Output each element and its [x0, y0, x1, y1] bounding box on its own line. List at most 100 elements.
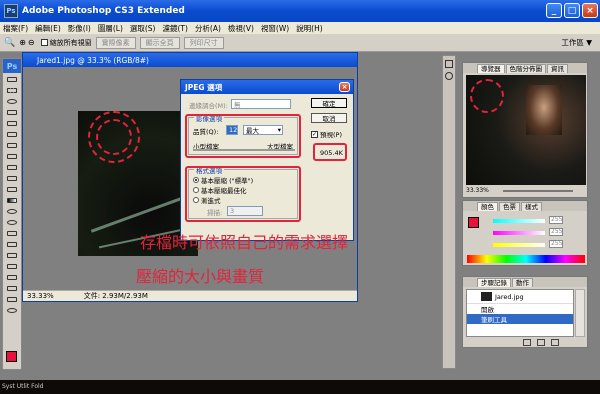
- tab-color[interactable]: 顏色: [477, 202, 498, 211]
- dock-brush-icon[interactable]: [445, 72, 453, 80]
- menu-file[interactable]: 檔案(F): [3, 23, 28, 34]
- preview-label: 預視(P): [320, 131, 342, 139]
- menu-select[interactable]: 選取(S): [130, 23, 156, 34]
- r-value[interactable]: 255: [549, 216, 563, 224]
- workspace-menu[interactable]: 工作區 ▼: [561, 37, 592, 48]
- history-brush-tool-icon[interactable]: [5, 174, 19, 183]
- photoshop-logo-icon: Ps: [4, 4, 18, 18]
- color-spectrum-bar[interactable]: [467, 255, 585, 263]
- magic-wand-tool-icon[interactable]: [5, 108, 19, 117]
- panel-dock: [442, 55, 456, 369]
- format-options-highlight: [185, 166, 301, 222]
- gradient-tool-icon[interactable]: [5, 196, 19, 205]
- taskbar: Syst Utlit Fold: [0, 380, 600, 394]
- history-item-selected[interactable]: 筆刷工具: [467, 314, 573, 324]
- menu-bar: 檔案(F) 編輯(E) 影像(I) 圖層(L) 選取(S) 濾鏡(T) 分析(A…: [0, 22, 600, 34]
- document-title: Jared1.jpg @ 33.3% (RGB/8#): [23, 53, 357, 67]
- tab-styles[interactable]: 樣式: [521, 202, 542, 211]
- eraser-tool-icon[interactable]: [5, 185, 19, 194]
- navigator-zoom-slider[interactable]: [503, 190, 573, 192]
- g-value[interactable]: 255: [549, 228, 563, 236]
- dialog-close-icon[interactable]: ×: [339, 82, 350, 92]
- hand-tool-icon[interactable]: [5, 295, 19, 304]
- app-title-bar: Ps Adobe Photoshop CS3 Extended _ □ ×: [0, 0, 600, 22]
- taskbar-text: Syst Utlit Fold: [2, 383, 44, 390]
- b-slider[interactable]: [493, 243, 545, 247]
- history-snapshot[interactable]: Jared.jpg: [467, 290, 573, 304]
- trash-icon[interactable]: [551, 339, 559, 346]
- face-image: [526, 85, 562, 135]
- maximize-icon[interactable]: □: [564, 3, 580, 18]
- type-tool-icon[interactable]: [5, 240, 19, 249]
- menu-edit[interactable]: 編輯(E): [35, 23, 61, 34]
- dock-panel-icon[interactable]: [445, 60, 453, 68]
- history-item[interactable]: 開啟: [467, 304, 573, 314]
- caption-line-1: 存檔時可依照自己的需求選擇: [140, 233, 349, 252]
- resize-windows-checkbox[interactable]: [40, 39, 48, 46]
- check-icon: ✓: [311, 130, 318, 138]
- tab-histogram[interactable]: 色階分佈圖: [505, 64, 546, 73]
- zoom-in-icon[interactable]: ⊕: [19, 38, 26, 47]
- image-options-highlight: [185, 114, 301, 158]
- menu-image[interactable]: 影像(I): [68, 23, 91, 34]
- zoom-tool-icon[interactable]: [5, 306, 19, 315]
- tab-info[interactable]: 資訊: [547, 64, 568, 73]
- navigator-zoom[interactable]: 33.33%: [466, 187, 489, 194]
- menu-analysis[interactable]: 分析(A): [195, 23, 221, 34]
- blur-tool-icon[interactable]: [5, 207, 19, 216]
- pen-tool-icon[interactable]: [5, 229, 19, 238]
- path-select-tool-icon[interactable]: [5, 251, 19, 260]
- crop-tool-icon[interactable]: [5, 119, 19, 128]
- dialog-title: JPEG 選項: [181, 80, 353, 94]
- tools-panel: Ps: [2, 58, 22, 370]
- b-value[interactable]: 255: [549, 240, 563, 248]
- tab-history[interactable]: 步驟記錄: [477, 278, 511, 287]
- ok-button[interactable]: 確定: [311, 98, 347, 108]
- matte-label: 邊緣調合(M):: [189, 102, 228, 110]
- navigator-thumbnail[interactable]: [466, 75, 586, 185]
- notes-tool-icon[interactable]: [5, 273, 19, 282]
- dodge-tool-icon[interactable]: [5, 218, 19, 227]
- cancel-button[interactable]: 取消: [311, 113, 347, 123]
- close-icon[interactable]: ×: [582, 3, 598, 18]
- fg-color-swatch[interactable]: [468, 217, 479, 228]
- zoom-level[interactable]: 33.33%: [27, 292, 54, 300]
- shape-tool-icon[interactable]: [5, 262, 19, 271]
- history-list: Jared.jpg 開啟 筆刷工具: [466, 289, 574, 337]
- eyedropper-tool-icon[interactable]: [5, 284, 19, 293]
- healing-tool-icon[interactable]: [5, 141, 19, 150]
- move-tool-icon[interactable]: [5, 75, 19, 84]
- brush-tool-icon[interactable]: [5, 152, 19, 161]
- menu-filter[interactable]: 濾鏡(T): [163, 23, 188, 34]
- g-slider[interactable]: [493, 231, 545, 235]
- marquee-tool-icon[interactable]: [5, 86, 19, 95]
- caption-line-2: 壓縮的大小與畫質: [136, 267, 265, 286]
- actual-pixels-button[interactable]: 實際像素: [95, 36, 136, 49]
- r-slider[interactable]: [493, 219, 545, 223]
- print-size-button[interactable]: 列印尺寸: [183, 36, 224, 49]
- tab-actions[interactable]: 動作: [512, 278, 533, 287]
- file-size-highlight: [313, 143, 347, 161]
- matte-select[interactable]: 無: [231, 99, 291, 109]
- tab-navigator[interactable]: 導覽器: [477, 64, 505, 73]
- new-snapshot-icon[interactable]: [523, 339, 531, 346]
- menu-view[interactable]: 檢視(V): [228, 23, 254, 34]
- ps-badge-icon: Ps: [3, 59, 21, 73]
- slice-tool-icon[interactable]: [5, 130, 19, 139]
- jpeg-options-dialog: JPEG 選項 × 邊緣調合(M): 無 確定 取消 ✓ 預視(P) 905.4…: [180, 79, 354, 241]
- menu-layer[interactable]: 圖層(L): [98, 23, 123, 34]
- lasso-tool-icon[interactable]: [5, 97, 19, 106]
- new-document-icon[interactable]: [537, 339, 545, 346]
- tab-swatches[interactable]: 色票: [499, 202, 520, 211]
- history-scrollbar[interactable]: [575, 289, 585, 337]
- fit-screen-button[interactable]: 顯示全頁: [139, 36, 180, 49]
- stamp-tool-icon[interactable]: [5, 163, 19, 172]
- foreground-color-swatch[interactable]: [6, 351, 17, 362]
- minimize-icon[interactable]: _: [546, 3, 562, 18]
- menu-help[interactable]: 說明(H): [296, 23, 323, 34]
- preview-checkbox[interactable]: ✓ 預視(P): [311, 129, 342, 139]
- menu-window[interactable]: 視窗(W): [261, 23, 289, 34]
- snapshot-thumbnail-icon: [481, 292, 492, 301]
- zoom-out-icon[interactable]: ⊖: [28, 38, 35, 47]
- document-status-bar: 33.33% 文件: 2.93M/2.93M: [23, 290, 357, 301]
